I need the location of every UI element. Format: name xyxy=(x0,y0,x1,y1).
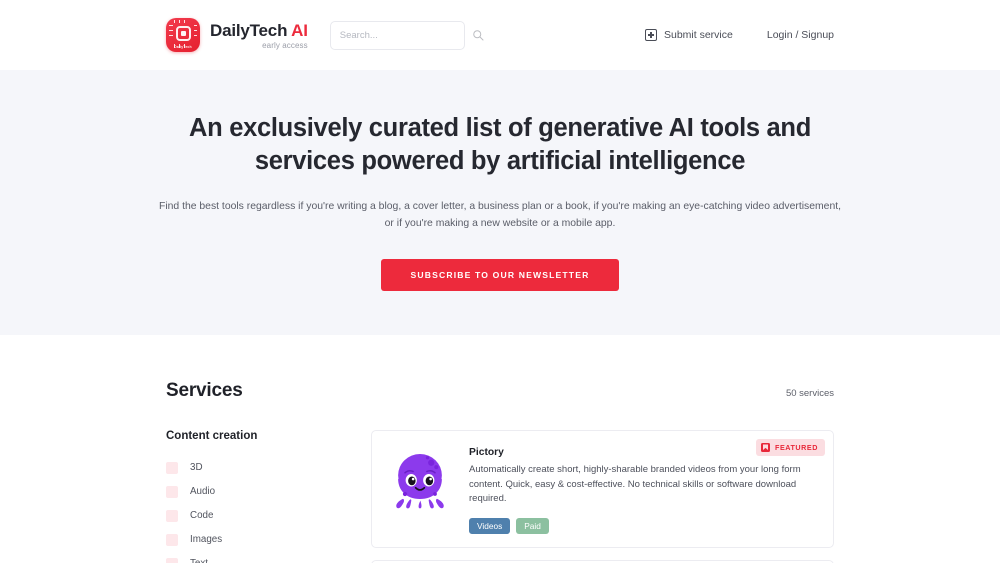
bookmark-icon xyxy=(761,443,770,452)
service-description: Automatically create short, highly-shara… xyxy=(469,463,815,507)
brand-name-main: DailyTech xyxy=(210,21,287,40)
service-tag[interactable]: Paid xyxy=(516,518,549,534)
page-root: DailyTech DailyTech AI early access Subm… xyxy=(0,0,1000,563)
checkbox-icon[interactable] xyxy=(166,534,178,546)
brand-wordmark: DailyTech AI early access xyxy=(210,21,308,50)
logo-badge-text: DailyTech xyxy=(166,45,200,49)
login-signup-link[interactable]: Login / Signup xyxy=(767,29,834,41)
brand-logo[interactable]: DailyTech DailyTech AI early access xyxy=(166,18,308,52)
brand-name-accent: AI xyxy=(291,21,308,40)
status-badge-featured: FEATURED xyxy=(756,439,825,456)
search-input[interactable] xyxy=(340,30,472,41)
hero-subheading: Find the best tools regardless if you're… xyxy=(155,199,845,233)
octopus-icon xyxy=(388,449,452,509)
services-section-header: Services 50 services xyxy=(166,380,834,402)
checkbox-icon[interactable] xyxy=(166,510,178,522)
plus-square-icon xyxy=(645,29,657,41)
service-card-body: Pictory Automatically create short, high… xyxy=(469,444,819,534)
brand-name: DailyTech AI xyxy=(210,22,308,39)
service-cards-list: Pictory Automatically create short, high… xyxy=(351,430,834,563)
submit-service-label: Submit service xyxy=(664,29,733,41)
hero-cta-wrap: SUBSCRIBE TO OUR NEWSLETTER xyxy=(0,259,1000,291)
filter-option-label: Code xyxy=(190,510,213,521)
service-tag[interactable]: Videos xyxy=(469,518,510,534)
header-actions: Submit service Login / Signup xyxy=(645,29,834,41)
featured-label: FEATURED xyxy=(775,443,818,452)
site-header: DailyTech DailyTech AI early access Subm… xyxy=(0,0,1000,70)
hero-section: An exclusively curated list of generativ… xyxy=(0,70,1000,335)
search-icon xyxy=(472,29,484,41)
filter-option-label: 3D xyxy=(190,462,203,473)
filter-group-content-creation: Content creation 3D Audio Code xyxy=(166,430,351,563)
filter-option-code[interactable]: Code xyxy=(166,504,351,528)
service-logo xyxy=(385,444,455,514)
filters-sidebar: Content creation 3D Audio Code xyxy=(166,430,351,563)
submit-service-link[interactable]: Submit service xyxy=(645,29,733,41)
filter-option-label: Images xyxy=(190,534,222,545)
services-count: 50 services xyxy=(786,388,834,399)
filter-option-label: Text xyxy=(190,558,208,563)
checkbox-icon[interactable] xyxy=(166,486,178,498)
filter-title-content-creation: Content creation xyxy=(166,430,351,442)
subscribe-newsletter-button[interactable]: SUBSCRIBE TO OUR NEWSLETTER xyxy=(381,259,620,291)
search-box[interactable] xyxy=(330,21,465,50)
chip-icon xyxy=(176,26,191,41)
service-tags: Videos Paid xyxy=(469,518,815,534)
chip-legs xyxy=(173,23,194,44)
filter-option-images[interactable]: Images xyxy=(166,528,351,552)
filter-option-audio[interactable]: Audio xyxy=(166,480,351,504)
page-title: Services xyxy=(166,380,243,402)
checkbox-icon[interactable] xyxy=(166,462,178,474)
filter-option-label: Audio xyxy=(190,486,215,497)
dailytech-logo-icon: DailyTech xyxy=(166,18,200,52)
services-layout: Content creation 3D Audio Code xyxy=(166,430,834,563)
login-signup-label: Login / Signup xyxy=(767,29,834,41)
filter-option-3d[interactable]: 3D xyxy=(166,456,351,480)
service-card[interactable]: Pictory Automatically create short, high… xyxy=(371,430,834,548)
hero-heading: An exclusively curated list of generativ… xyxy=(150,112,850,177)
filter-option-text[interactable]: Text xyxy=(166,552,351,563)
brand-tagline: early access xyxy=(210,42,308,50)
main-content: Services 50 services Content creation 3D… xyxy=(0,335,1000,563)
checkbox-icon[interactable] xyxy=(166,558,178,563)
